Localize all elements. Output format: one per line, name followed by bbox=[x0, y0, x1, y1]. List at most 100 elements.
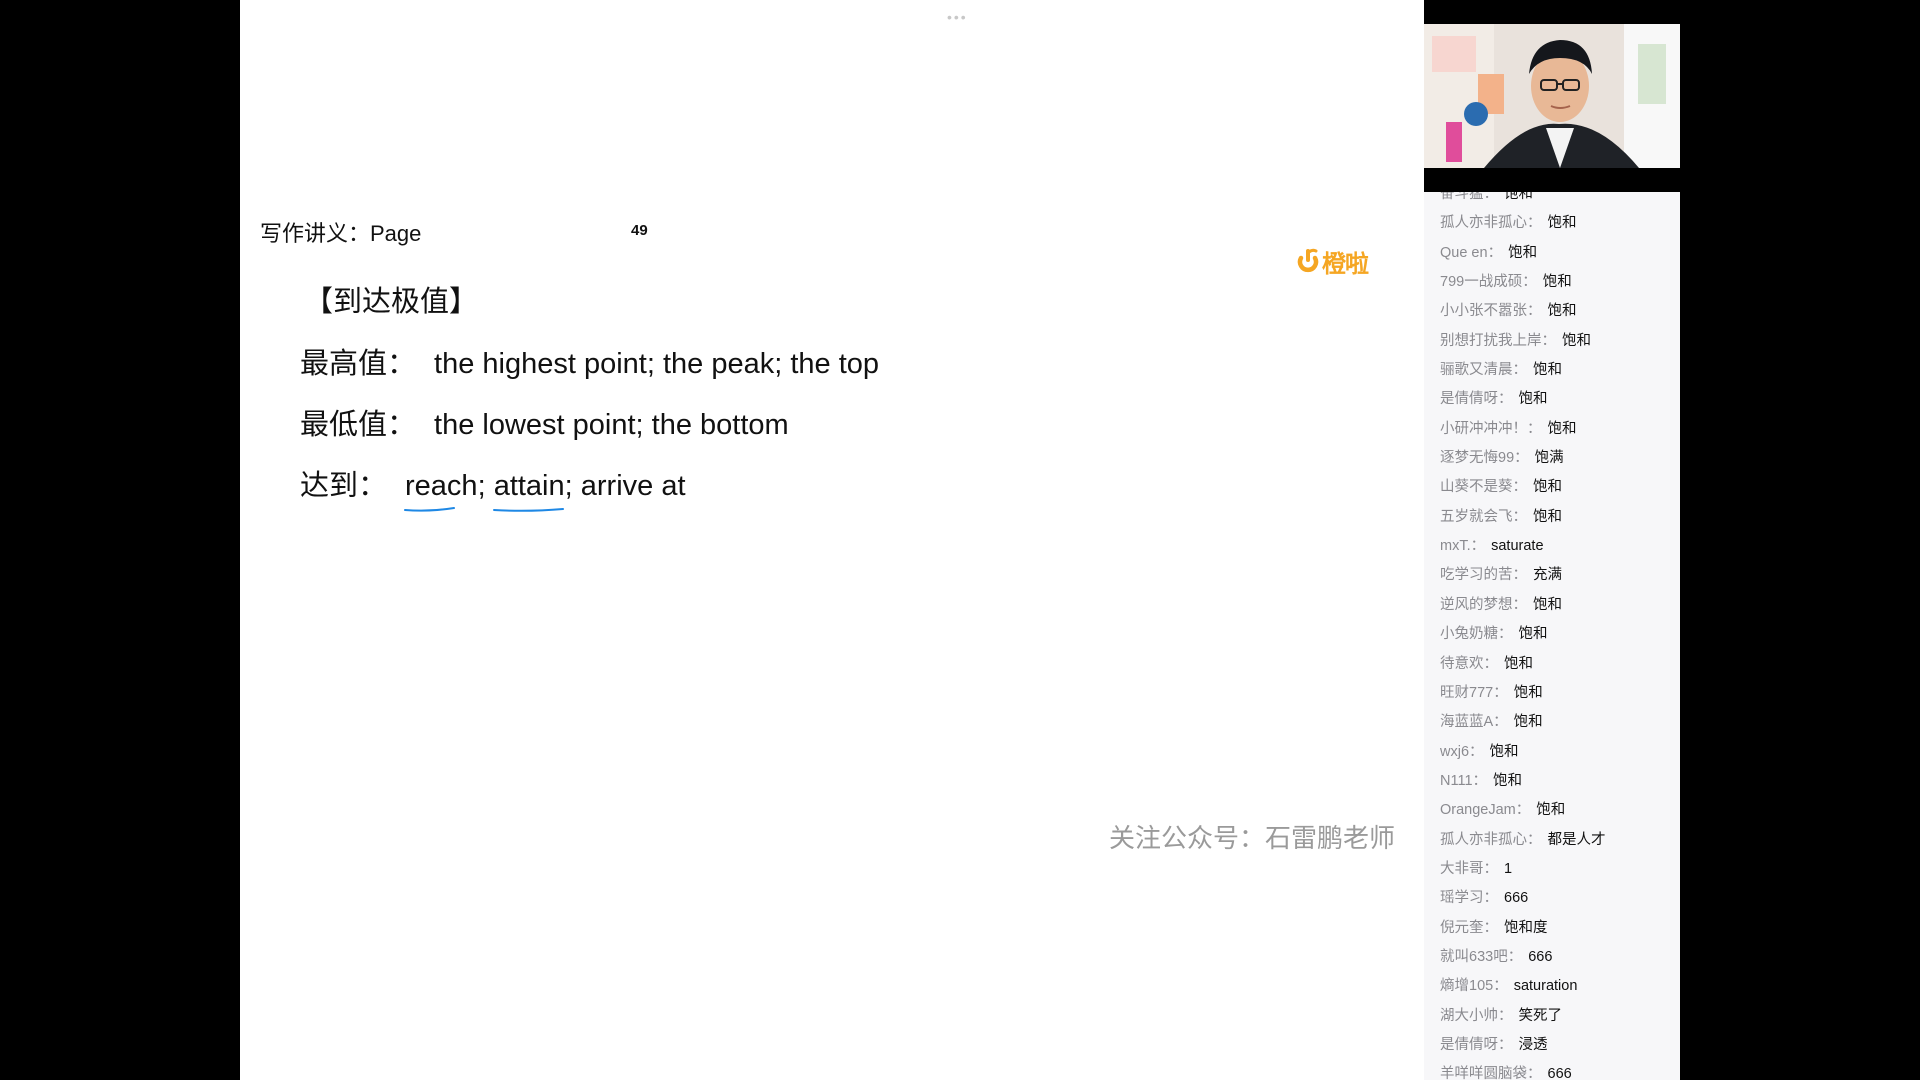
underlined-word-attain: attain bbox=[492, 470, 565, 512]
section-title: 【到达极值】 bbox=[304, 286, 479, 318]
chat-username: 是倩倩呀： bbox=[1440, 391, 1513, 408]
webcam-bar bbox=[1424, 168, 1680, 192]
chat-text: 1 bbox=[1504, 860, 1513, 877]
chat-text: 饱和 bbox=[1536, 802, 1566, 819]
chat-text: 饱满 bbox=[1534, 450, 1564, 467]
chat-message: 小兔奶糖： 饱和 bbox=[1440, 620, 1606, 649]
chat-username: 海蓝蓝A： bbox=[1440, 714, 1508, 731]
chat-text: 饱和 bbox=[1518, 391, 1548, 408]
chat-username: 山葵不是葵： bbox=[1440, 479, 1527, 496]
chat-text: 饱和 bbox=[1533, 596, 1562, 613]
chat-username: OrangeJam： bbox=[1440, 802, 1531, 819]
chat-username: 小小张不嚣张： bbox=[1440, 303, 1542, 320]
chat-message: 逆风的梦想： 饱和 bbox=[1440, 591, 1606, 620]
chat-message: 799一战成硕： 饱和 bbox=[1440, 268, 1606, 297]
definition-value: the lowest point; the bottom bbox=[434, 409, 789, 441]
chat-text: 饱和 bbox=[1493, 772, 1523, 789]
chat-text: 饱和 bbox=[1513, 714, 1543, 731]
chat-username: 就叫633吧： bbox=[1440, 948, 1523, 965]
chat-message: 小小张不嚣张： 饱和 bbox=[1440, 297, 1606, 326]
chat-panel[interactable]: 奋斗猛： 饱和 孤人亦非孤心： 饱和 Que en： 饱和 799一战成硕： 饱和 小小张不嚣张… bbox=[1424, 192, 1680, 1080]
definition-label: 最低值： bbox=[300, 409, 417, 441]
chat-username: 待意欢： bbox=[1440, 655, 1498, 672]
definition-line-reach: 达到： reach; attain; arrive at bbox=[300, 462, 686, 512]
definition-value: the highest point; the peak; the top bbox=[434, 348, 880, 380]
chat-message: 吃学习的苦： 充满 bbox=[1440, 561, 1606, 590]
chat-username: 骊歌又清晨： bbox=[1440, 362, 1527, 379]
chat-text: 饱和 bbox=[1513, 684, 1543, 701]
chat-message: 熵增105： saturation bbox=[1440, 972, 1606, 1001]
chat-username: 熵增105： bbox=[1440, 978, 1508, 995]
logo-text: 橙啦 bbox=[1322, 250, 1369, 278]
chat-message: 大非哥： 1 bbox=[1440, 855, 1606, 884]
chat-text: saturation bbox=[1513, 978, 1578, 995]
chat-username: wxj6： bbox=[1440, 743, 1484, 760]
chat-text: 饱和 bbox=[1508, 244, 1538, 261]
chat-text: 饱和 bbox=[1504, 192, 1533, 202]
chat-text: 饱和 bbox=[1547, 303, 1577, 320]
pen-underline bbox=[404, 507, 456, 512]
chat-username: 倪元奎： bbox=[1440, 919, 1498, 936]
slide-canvas: ••• 写作讲义：Page 49 橙啦 【到达极值】 最高值： the highe… bbox=[240, 0, 1424, 1080]
chat-message: 别想打扰我上岸： 饱和 bbox=[1440, 327, 1606, 356]
chat-text: 饱和 bbox=[1533, 362, 1562, 379]
chat-username: 逆风的梦想： bbox=[1440, 596, 1527, 613]
definition-label: 最高值： bbox=[300, 348, 417, 380]
chat-text: 饱和 bbox=[1547, 420, 1577, 437]
chat-message: 瑶学习： 666 bbox=[1440, 884, 1606, 913]
chat-username: 吃学习的苦： bbox=[1440, 567, 1527, 584]
chat-message: 羊咩咩圆脑袋： 666 bbox=[1440, 1060, 1606, 1080]
chat-username: 大非哥： bbox=[1440, 860, 1498, 877]
chat-message: 骊歌又清晨： 饱和 bbox=[1440, 356, 1606, 385]
chat-message: 孤人亦非孤心： 饱和 bbox=[1440, 209, 1606, 238]
chat-message: 就叫633吧： 666 bbox=[1440, 943, 1606, 972]
definition-line-lowest: 最低值： the lowest point; the bottom bbox=[300, 401, 789, 443]
definition-line-highest: 最高值： the highest point; the peak; the top bbox=[300, 340, 879, 382]
chat-username: 孤人亦非孤心： bbox=[1440, 215, 1542, 232]
underlined-word-reach: reach bbox=[404, 470, 478, 512]
chat-username: 逐梦无悔99： bbox=[1440, 450, 1529, 467]
chat-message: 是倩倩呀： 饱和 bbox=[1440, 385, 1606, 414]
chat-username: 小研冲冲冲！： bbox=[1440, 420, 1542, 437]
chat-username: 799一战成硕： bbox=[1440, 274, 1537, 291]
definition-value: reach; attain; arrive at bbox=[404, 470, 686, 512]
chat-message: mxT.： saturate bbox=[1440, 532, 1606, 561]
chat-message-list: 奋斗猛： 饱和 孤人亦非孤心： 饱和 Que en： 饱和 799一战成硕： 饱和 小小张不嚣张… bbox=[1440, 192, 1606, 1080]
chat-username: 五岁就会飞： bbox=[1440, 508, 1527, 525]
chat-message: 五岁就会飞： 饱和 bbox=[1440, 503, 1606, 532]
chat-message: Que en： 饱和 bbox=[1440, 239, 1606, 268]
chat-message: 孤人亦非孤心： 都是人才 bbox=[1440, 826, 1606, 855]
chat-text: 浸透 bbox=[1518, 1036, 1548, 1053]
orange-logo-icon bbox=[1297, 248, 1319, 273]
chat-message: OrangeJam： 饱和 bbox=[1440, 796, 1606, 825]
chat-text: 666 bbox=[1547, 1066, 1572, 1080]
chat-username: 孤人亦非孤心： bbox=[1440, 831, 1542, 848]
chat-username: 瑶学习： bbox=[1440, 890, 1498, 907]
pen-underline bbox=[492, 508, 564, 512]
chat-text: 饱和 bbox=[1504, 655, 1533, 672]
chat-username: 湖大小帅： bbox=[1440, 1007, 1513, 1024]
brand-logo: 橙啦 bbox=[1296, 246, 1369, 278]
chat-message: 旺财777： 饱和 bbox=[1440, 679, 1606, 708]
chat-message: 逐梦无悔99： 饱满 bbox=[1440, 444, 1606, 473]
page-header: 写作讲义：Page bbox=[260, 221, 422, 246]
chat-text: 充满 bbox=[1533, 567, 1562, 584]
definition-label: 达到： bbox=[300, 470, 388, 502]
chat-text: 饱和 bbox=[1542, 274, 1572, 291]
chat-username: 小兔奶糖： bbox=[1440, 626, 1513, 643]
chat-username: 是倩倩呀： bbox=[1440, 1036, 1513, 1053]
chat-message: 小研冲冲冲！： 饱和 bbox=[1440, 415, 1606, 444]
chat-message: 倪元奎： 饱和度 bbox=[1440, 914, 1606, 943]
chat-text: 饱和 bbox=[1547, 215, 1577, 232]
chat-username: N111： bbox=[1440, 772, 1488, 789]
chat-username: Que en： bbox=[1440, 244, 1503, 261]
chat-message: N111： 饱和 bbox=[1440, 767, 1606, 796]
chat-text: 饱和 bbox=[1533, 508, 1562, 525]
chat-message: 是倩倩呀： 浸透 bbox=[1440, 1031, 1606, 1060]
chat-text: saturate bbox=[1491, 538, 1544, 555]
chat-text: 666 bbox=[1528, 948, 1553, 965]
webcam-video[interactable] bbox=[1424, 24, 1680, 168]
watermark: 关注公众号：石雷鹏老师 bbox=[1109, 823, 1396, 853]
more-dots-icon[interactable]: ••• bbox=[947, 10, 968, 24]
chat-message: 山葵不是葵： 饱和 bbox=[1440, 473, 1606, 502]
